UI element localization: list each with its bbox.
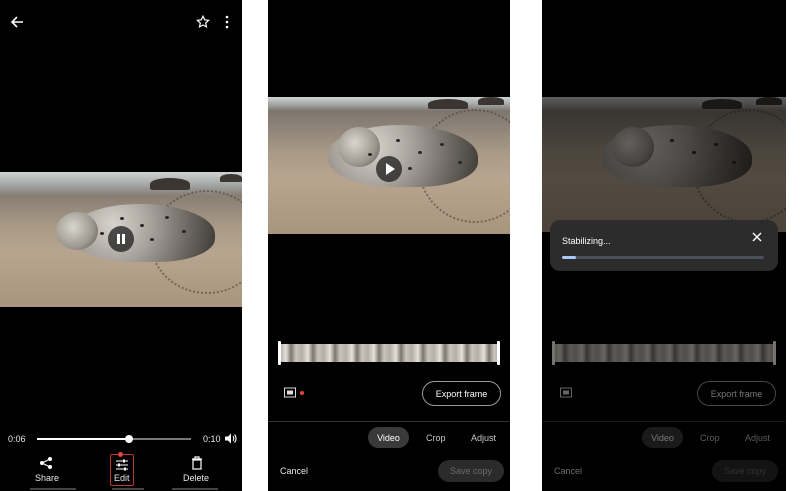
seek-bar-fill: [37, 438, 130, 440]
delete-label: Delete: [183, 473, 210, 483]
pause-button[interactable]: [108, 226, 134, 252]
seek-bar[interactable]: [37, 435, 191, 443]
cancel-button[interactable]: Cancel: [280, 466, 308, 476]
play-icon: [386, 163, 395, 175]
video-editor-screen: Export frame Video Crop Adjust Cancel Sa…: [268, 0, 510, 491]
tab-adjust: Adjust: [745, 433, 771, 443]
share-icon: [40, 457, 52, 469]
stabilizing-dialog: Stabilizing...: [550, 220, 778, 271]
stabilize-icon: [560, 387, 572, 398]
tune-icon: [116, 459, 128, 471]
toolbar-divider: [268, 421, 510, 422]
video-viewer-screen: 0:06 0:10 Share Edit Delete: [0, 0, 242, 491]
total-time: 0:10: [203, 434, 221, 444]
tab-video[interactable]: Video: [368, 427, 409, 448]
share-label: Share: [35, 473, 60, 483]
more-options-icon[interactable]: [224, 15, 230, 29]
stabilize-icon[interactable]: [284, 387, 298, 399]
pause-icon: [117, 234, 125, 244]
trim-handle-end[interactable]: [497, 341, 500, 365]
current-time: 0:06: [8, 434, 26, 444]
trim-handle-start[interactable]: [278, 341, 281, 365]
edit-label: Edit: [114, 473, 130, 483]
nav-bar-indicator: [112, 488, 144, 490]
editor-preview: [542, 97, 786, 232]
export-frame-button: Export frame: [697, 381, 776, 406]
tab-video: Video: [642, 427, 683, 448]
toolbar-divider: [542, 421, 786, 422]
trash-icon: [192, 456, 202, 470]
star-icon[interactable]: [196, 15, 210, 29]
export-frame-button[interactable]: Export frame: [422, 381, 501, 406]
stabilizing-progress-fill: [562, 256, 577, 259]
tab-crop: Crop: [700, 433, 720, 443]
seek-thumb[interactable]: [125, 435, 134, 443]
save-copy-button[interactable]: Save copy: [438, 460, 504, 482]
trim-handle-start: [552, 341, 555, 365]
play-button[interactable]: [376, 156, 402, 182]
trim-timeline: [552, 341, 776, 365]
stabilize-active-dot: [300, 391, 304, 395]
share-action[interactable]: Share: [30, 456, 62, 486]
save-copy-button: Save copy: [712, 460, 778, 482]
stabilizing-progress-track: [562, 256, 764, 259]
cancel-button: Cancel: [554, 466, 583, 476]
stabilizing-screen: Export frame Video Crop Adjust Cancel Sa…: [542, 0, 786, 491]
volume-icon[interactable]: [224, 432, 237, 445]
nav-bar-indicator: [172, 488, 218, 490]
trim-handle-end: [773, 341, 776, 365]
tab-adjust[interactable]: Adjust: [471, 433, 496, 443]
tab-crop[interactable]: Crop: [426, 433, 446, 443]
nav-bar-indicator: [30, 488, 76, 490]
edit-badge-dot: [118, 452, 123, 457]
back-arrow-icon[interactable]: [10, 15, 24, 29]
delete-action[interactable]: Delete: [180, 456, 214, 486]
trim-timeline[interactable]: [278, 341, 500, 365]
stabilizing-status: Stabilizing...: [562, 236, 611, 246]
edit-action[interactable]: Edit: [110, 452, 134, 486]
close-icon[interactable]: [752, 232, 762, 242]
